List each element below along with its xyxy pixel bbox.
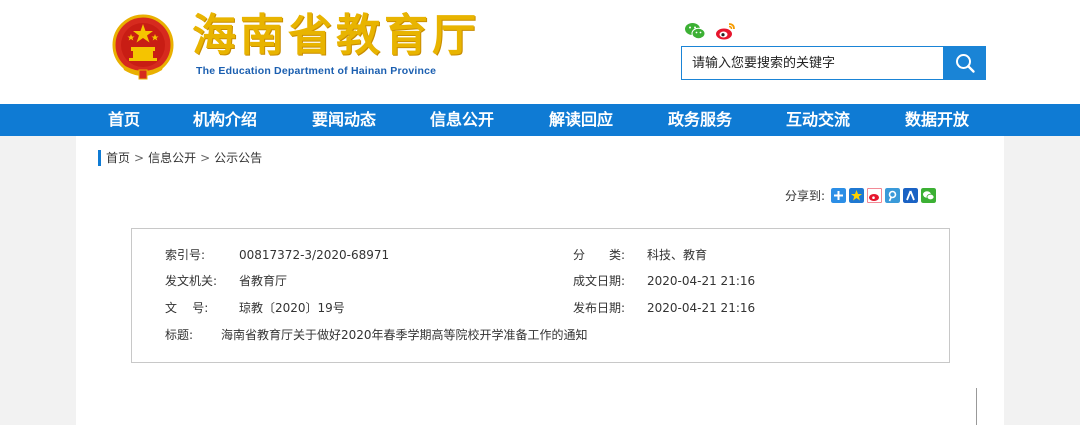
nav-home[interactable]: 首页 <box>108 104 140 136</box>
search-button[interactable] <box>943 46 986 80</box>
index-number-value: 00817372-3/2020-68971 <box>239 248 390 262</box>
breadcrumb-separator: > <box>134 151 145 165</box>
document-metadata: 索引号: 00817372-3/2020-68971 分 类: 科技、教育 发文… <box>131 228 950 363</box>
nav-info-disclosure[interactable]: 信息公开 <box>430 104 494 136</box>
index-number-label: 索引号: <box>165 248 206 262</box>
share-bar: 分享到: <box>785 186 937 204</box>
search-icon <box>955 54 975 73</box>
search-input[interactable] <box>681 46 943 80</box>
created-date-value: 2020-04-21 21:16 <box>647 274 756 288</box>
category-value: 科技、教育 <box>647 248 708 262</box>
nav-about[interactable]: 机构介绍 <box>193 104 257 136</box>
published-date-value: 2020-04-21 21:16 <box>647 301 756 315</box>
nav-services[interactable]: 政务服务 <box>668 104 732 136</box>
nav-open-data[interactable]: 数据开放 <box>905 104 969 136</box>
document-number-label: 文 号: <box>165 301 209 315</box>
published-date-label: 发布日期: <box>573 301 626 315</box>
search-box <box>681 46 986 80</box>
breadcrumb: 首页 > 信息公开 > 公示公告 <box>98 150 262 166</box>
nav-interpretation[interactable]: 解读回应 <box>549 104 613 136</box>
share-more-icon[interactable] <box>831 187 847 203</box>
main-nav: 首页 机构介绍 要闻动态 信息公开 解读回应 政务服务 互动交流 数据开放 <box>0 104 1080 136</box>
breadcrumb-announcements[interactable]: 公示公告 <box>214 150 262 166</box>
title-label: 标题: <box>165 328 194 342</box>
created-date-label: 成文日期: <box>573 274 626 288</box>
breadcrumb-separator: > <box>200 151 211 165</box>
share-renren-icon[interactable] <box>903 187 919 203</box>
wechat-icon[interactable] <box>684 21 706 41</box>
scroll-divider <box>976 388 977 425</box>
site-title: 海南省教育厅 <box>192 10 480 61</box>
share-tencent-weibo-icon[interactable] <box>885 187 901 203</box>
document-number-value: 琼教〔2020〕19号 <box>239 301 345 315</box>
issuer-value: 省教育厅 <box>239 274 288 288</box>
share-weibo-icon[interactable] <box>867 187 883 203</box>
weibo-icon[interactable] <box>714 21 736 41</box>
title-value: 海南省教育厅关于做好2020年春季学期高等院校开学准备工作的通知 <box>221 328 588 342</box>
site-header: 海南省教育厅 The Education Department of Haina… <box>0 0 1080 104</box>
site-subtitle-en: The Education Department of Hainan Provi… <box>196 65 437 77</box>
breadcrumb-info-disclosure[interactable]: 信息公开 <box>148 150 196 166</box>
nav-interaction[interactable]: 互动交流 <box>786 104 850 136</box>
social-links <box>684 20 736 42</box>
issuer-label: 发文机关: <box>165 274 218 288</box>
nav-news[interactable]: 要闻动态 <box>312 104 376 136</box>
breadcrumb-home[interactable]: 首页 <box>106 150 130 166</box>
share-wechat-icon[interactable] <box>921 187 937 203</box>
content-panel: 首页 > 信息公开 > 公示公告 分享到: 索引号: 00817372-3/20… <box>76 136 1004 425</box>
category-label: 分 类: <box>573 248 626 262</box>
share-label: 分享到: <box>785 188 826 203</box>
share-qzone-icon[interactable] <box>849 187 865 203</box>
national-emblem-icon <box>112 14 174 80</box>
